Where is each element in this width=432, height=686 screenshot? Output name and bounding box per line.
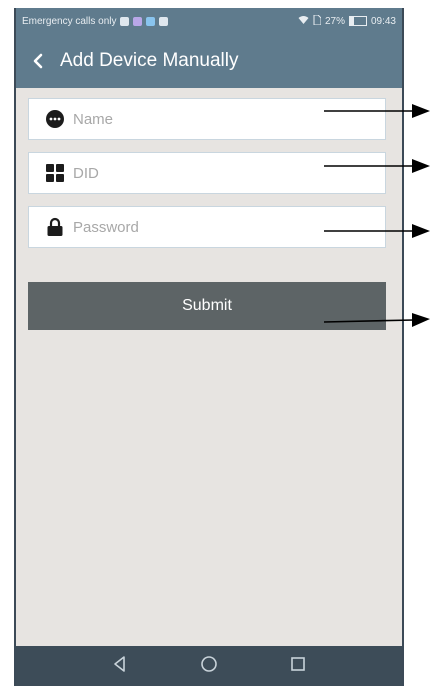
back-button[interactable] [16,34,60,88]
callout-arrow-password [324,224,430,238]
callout-arrow-did [324,159,430,173]
battery-percent: 27% [324,15,345,27]
grid-icon [45,163,65,183]
chat-bubble-icon [45,109,65,129]
recents-square-icon[interactable] [289,655,307,678]
back-triangle-icon[interactable] [111,655,129,678]
battery-icon [348,16,367,26]
lock-icon [45,217,65,237]
image-notification-icon [159,16,169,26]
notification-icon [120,16,130,26]
clock: 09:43 [370,15,396,27]
status-bar: Emergency calls only 27% 09:43 [16,8,402,34]
sim-icon [313,14,322,28]
wifi-icon [298,15,309,27]
callout-arrow-submit [323,313,430,327]
app-bar: Add Device Manually [16,34,402,88]
callout-arrow-name [324,104,430,118]
message-notification-icon [146,16,156,26]
chevron-left-icon [33,53,43,69]
page-title: Add Device Manually [60,50,239,71]
system-nav-bar [16,646,402,686]
carrier-text: Emergency calls only [22,15,117,27]
home-circle-icon[interactable] [200,655,218,678]
app-notification-icon [133,16,143,26]
